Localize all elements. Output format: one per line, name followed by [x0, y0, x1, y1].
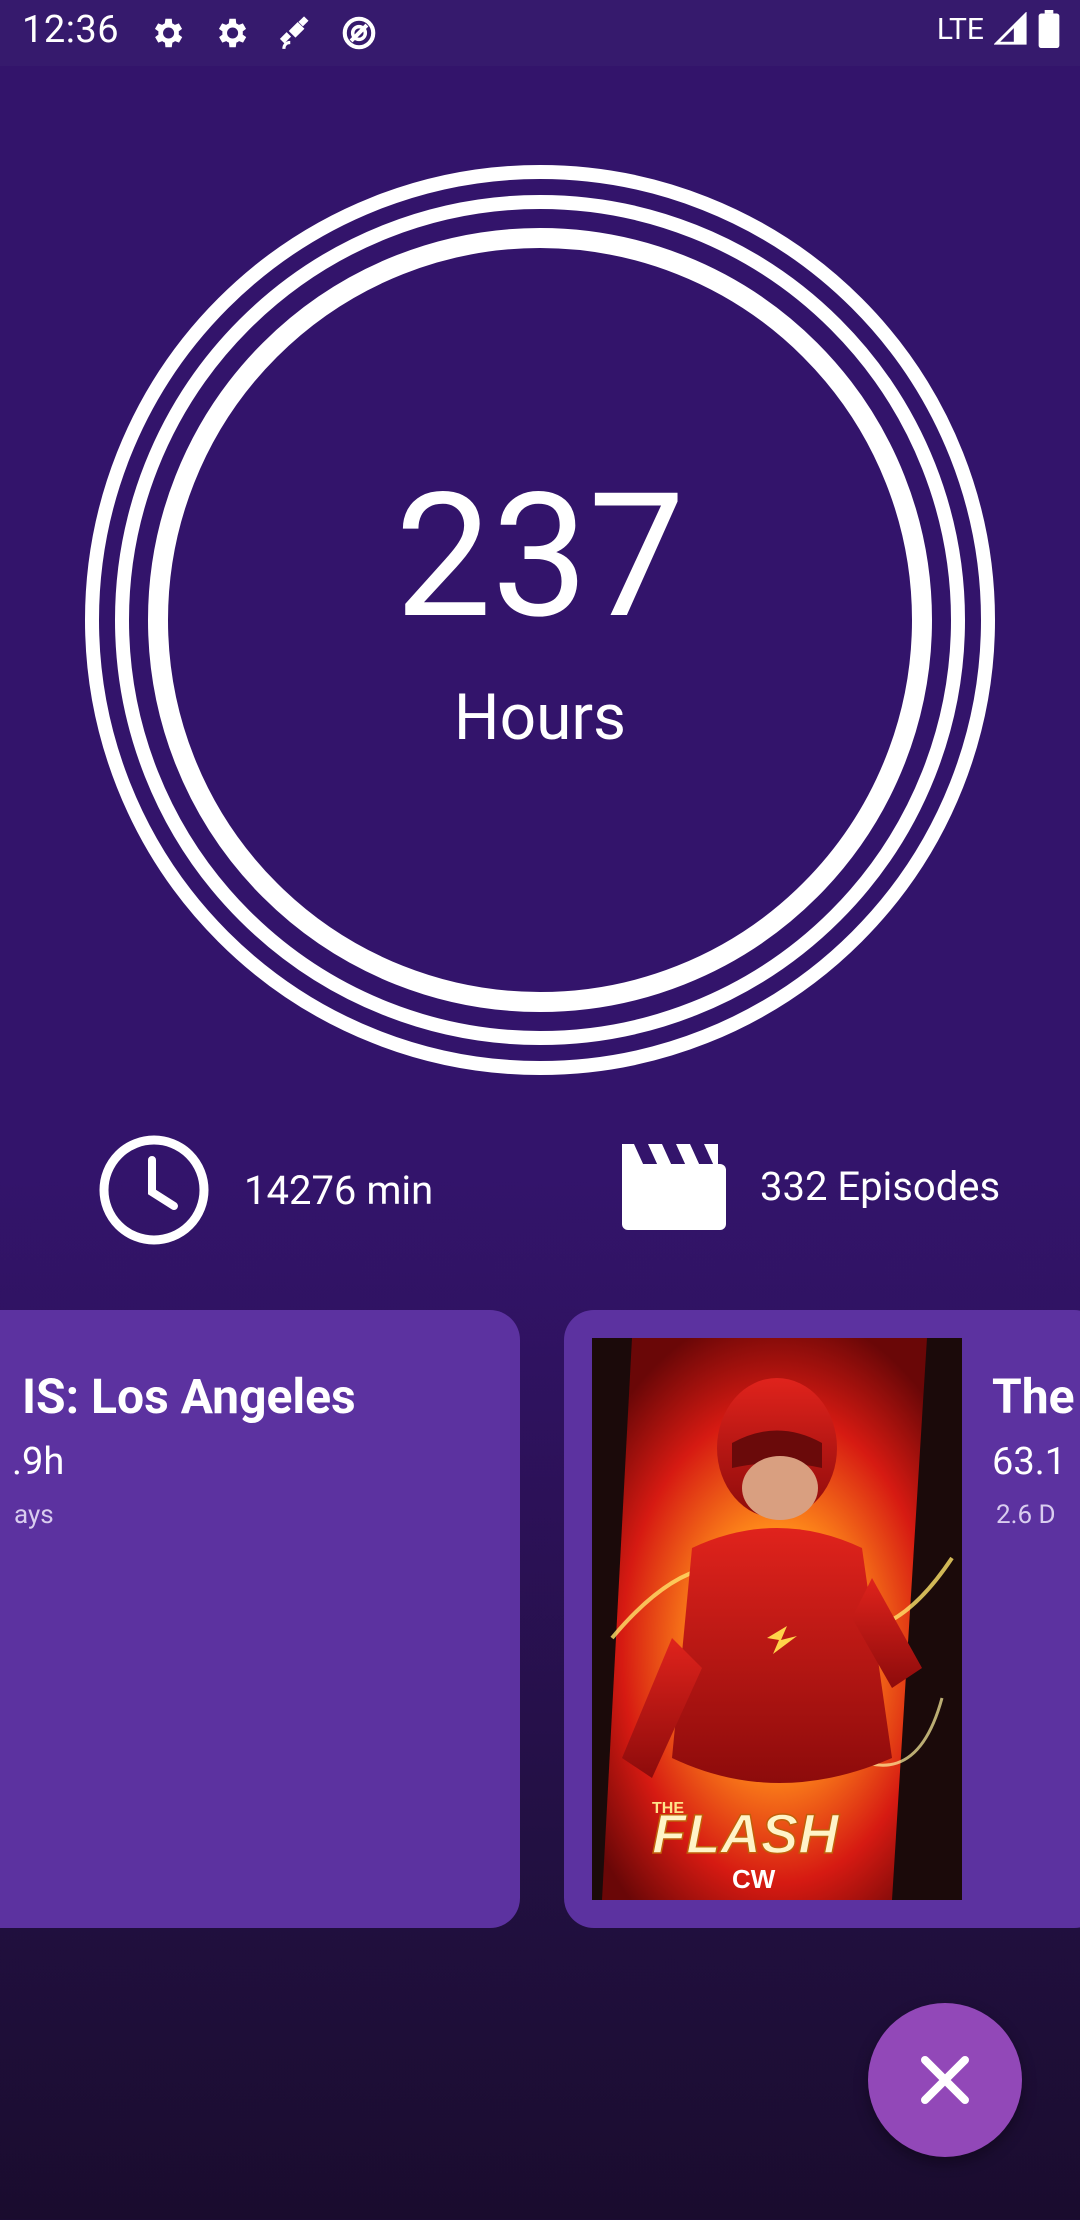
- show-title: The: [992, 1368, 1075, 1425]
- movie-clapper-icon: [622, 1144, 726, 1230]
- show-days: ays: [14, 1500, 54, 1530]
- poster-brand: CW: [732, 1864, 776, 1894]
- settings-icon: [154, 18, 183, 48]
- episodes-stat: 332 Episodes: [614, 1140, 1000, 1232]
- total-hours-label: Hours: [453, 680, 627, 755]
- show-hours: 63.1: [992, 1440, 1067, 1484]
- show-days: 2.6 D: [996, 1500, 1056, 1530]
- notification-icons: [148, 14, 378, 52]
- poster-title: FLASH: [652, 1802, 840, 1865]
- clock-icon: [99, 1135, 209, 1245]
- show-card[interactable]: THE FLASH CW The 63.1 2.6 D: [564, 1310, 1080, 1928]
- satellite-icon: [279, 16, 309, 49]
- minutes-text: 14276 min: [244, 1166, 434, 1214]
- signal-icon: [994, 12, 1027, 45]
- show-poster: THE FLASH CW: [592, 1338, 962, 1900]
- status-bar: 12:36 LTE: [0, 0, 1080, 66]
- battery-icon: [1038, 10, 1060, 48]
- system-indicators: LTE: [937, 10, 1060, 48]
- status-time: 12:36: [22, 8, 120, 52]
- poster-art: THE FLASH CW: [592, 1338, 962, 1900]
- show-title: IS: Los Angeles: [22, 1368, 356, 1425]
- minutes-stat: 14276 min: [98, 1134, 433, 1246]
- episodes-text: 332 Episodes: [760, 1162, 1001, 1210]
- network-type: LTE: [936, 11, 984, 47]
- settings-icon: [218, 18, 247, 48]
- close-icon: [921, 2056, 969, 2104]
- total-hours-value: 237: [395, 455, 685, 657]
- data-saver-icon: [342, 16, 376, 50]
- show-hours: .9h: [12, 1440, 65, 1484]
- close-button[interactable]: [868, 2003, 1022, 2157]
- show-card[interactable]: IS: Los Angeles .9h ays: [0, 1310, 520, 1928]
